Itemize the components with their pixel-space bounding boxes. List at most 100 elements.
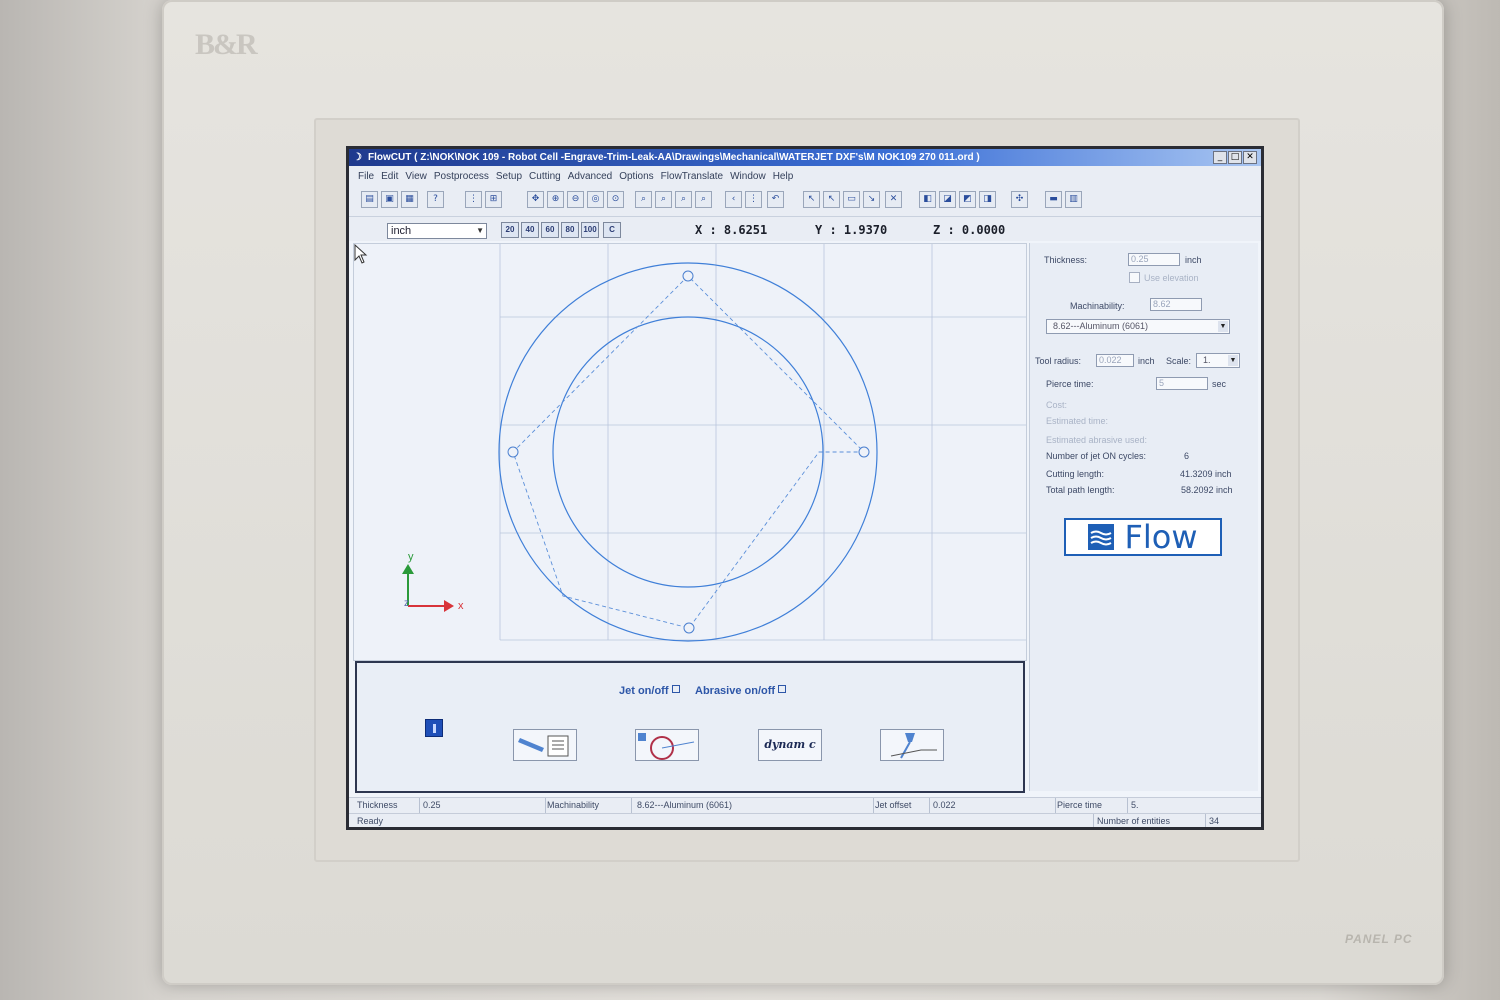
waterjet-nozzle-icon xyxy=(890,733,937,759)
view-side-icon[interactable]: ◨ xyxy=(979,191,996,208)
abrasive-toggle[interactable]: Abrasive on/off xyxy=(695,685,787,697)
zoom-40-button[interactable]: 40 xyxy=(521,222,539,238)
zoom-prev-icon[interactable]: ⌕ xyxy=(675,191,692,208)
tool-radius-label: Tool radius: xyxy=(1035,356,1082,366)
jet-cycles-label: Number of jet ON cycles: xyxy=(1046,451,1147,461)
view-front-icon[interactable]: ◩ xyxy=(959,191,976,208)
menu-file[interactable]: File xyxy=(358,171,374,182)
machine-status-icon[interactable] xyxy=(425,719,443,737)
menu-cutting[interactable]: Cutting xyxy=(529,171,561,182)
zoom-out-icon[interactable]: ⊖ xyxy=(567,191,584,208)
view-3d-icon[interactable]: ◧ xyxy=(919,191,936,208)
menu-postprocess[interactable]: Postprocess xyxy=(434,171,489,182)
zoom-center-button[interactable]: C xyxy=(603,222,621,238)
dynamic-waterjet-button[interactable]: dynam c xyxy=(758,729,822,761)
cut-report-button[interactable] xyxy=(513,729,577,761)
zoom-window-icon[interactable]: ◎ xyxy=(587,191,604,208)
status-separator xyxy=(545,798,546,813)
menu-advanced[interactable]: Advanced xyxy=(568,171,612,182)
status-jet-offset-label: Jet offset xyxy=(875,800,912,810)
cutting-length-value: 41.3209 inch xyxy=(1180,469,1232,479)
zoom-extents-icon[interactable]: ⌕ xyxy=(635,191,652,208)
cutting-length-label: Cutting length: xyxy=(1046,469,1105,479)
tile-h-icon[interactable]: ▬ xyxy=(1045,191,1062,208)
scale-value: 1. xyxy=(1203,355,1211,365)
pierce-points xyxy=(507,270,870,634)
menu-window[interactable]: Window xyxy=(730,171,766,182)
close-button[interactable]: ✕ xyxy=(1243,151,1257,164)
menu-setup[interactable]: Setup xyxy=(496,171,522,182)
machine-run-button[interactable] xyxy=(880,729,944,761)
view-iso-icon[interactable]: ◪ xyxy=(939,191,956,208)
pierce-time-field[interactable]: 5 xyxy=(1156,377,1208,390)
origin-icon[interactable]: ✣ xyxy=(1011,191,1028,208)
abrasive-toggle-label: Abrasive on/off xyxy=(695,685,776,697)
properties-pane: Thickness: 0.25 inch Use elevation Machi… xyxy=(1029,243,1258,791)
status-entities-value: 34 xyxy=(1209,816,1220,826)
status-thickness-value: 0.25 xyxy=(423,800,441,810)
save-icon[interactable]: ▣ xyxy=(381,191,398,208)
menu-help[interactable]: Help xyxy=(773,171,794,182)
axis-x-label: x xyxy=(458,600,464,612)
material-dropdown[interactable]: 8.62---Aluminum (6061) ▼ xyxy=(1046,319,1230,334)
units-dropdown[interactable]: inch ▼ xyxy=(387,223,487,239)
minimize-button[interactable]: _ xyxy=(1213,151,1227,164)
menu-view[interactable]: View xyxy=(405,171,427,182)
print-icon[interactable]: ▦ xyxy=(401,191,418,208)
zoom-fit-icon[interactable]: ⊙ xyxy=(607,191,624,208)
zoom-100-button[interactable]: 100 xyxy=(581,222,599,238)
zoom-in-icon[interactable]: ⊕ xyxy=(547,191,564,208)
title-bar: ☽ FlowCUT ( Z:\NOK\NOK 109 - Robot Cell -… xyxy=(349,149,1261,166)
z-coordinate: Z : 0.0000 xyxy=(933,223,1006,237)
zoom-60-button[interactable]: 60 xyxy=(541,222,559,238)
material-value: 8.62---Aluminum (6061) xyxy=(1053,321,1149,331)
tool-radius-field[interactable]: 0.022 xyxy=(1096,354,1134,367)
tile-v-icon[interactable]: ▥ xyxy=(1065,191,1082,208)
select-chain-icon[interactable]: ↘ xyxy=(863,191,880,208)
zoom-redraw-icon[interactable]: ⌕ xyxy=(695,191,712,208)
zoom-20-button[interactable]: 20 xyxy=(501,222,519,238)
status-bar-main: Ready Number of entities 34 xyxy=(349,813,1261,827)
pan-icon[interactable]: ✥ xyxy=(527,191,544,208)
estimated-time-label: Estimated time: xyxy=(1046,416,1109,426)
thickness-field[interactable]: 0.25 xyxy=(1128,253,1180,266)
machinability-field[interactable]: 8.62 xyxy=(1150,298,1202,311)
select-add-icon[interactable]: ↖ xyxy=(823,191,840,208)
estimated-abrasive-label: Estimated abrasive used: xyxy=(1046,435,1148,445)
select-box-icon[interactable]: ▭ xyxy=(843,191,860,208)
fillet-icon[interactable]: ↶ xyxy=(767,191,784,208)
part-drawing: y x z xyxy=(402,244,1026,642)
jet-cycles-value: 6 xyxy=(1184,451,1190,461)
menu-edit[interactable]: Edit xyxy=(381,171,398,182)
app-icon: ☽ xyxy=(353,152,362,163)
status-jet-offset-value: 0.022 xyxy=(933,800,956,810)
help-icon[interactable]: ? xyxy=(427,191,444,208)
open-icon[interactable]: ▤ xyxy=(361,191,378,208)
path-preview-button[interactable] xyxy=(635,729,699,761)
flow-logo: Flow xyxy=(1064,518,1222,556)
select-icon[interactable]: ↖ xyxy=(803,191,820,208)
snap-icon[interactable]: ⊞ xyxy=(485,191,502,208)
menu-flowtranslate[interactable]: FlowTranslate xyxy=(661,171,723,182)
delete-icon[interactable]: ✕ xyxy=(885,191,902,208)
window-title: FlowCUT ( Z:\NOK\NOK 109 - Robot Cell -E… xyxy=(368,152,980,163)
zoom-80-button[interactable]: 80 xyxy=(561,222,579,238)
use-elevation-checkbox[interactable] xyxy=(1129,272,1140,283)
chevron-down-icon: ▼ xyxy=(476,226,484,235)
break-icon[interactable]: ⋮ xyxy=(745,191,762,208)
trim-icon[interactable]: ‹ xyxy=(725,191,742,208)
abrasive-checkbox-icon xyxy=(778,685,787,693)
status-pierce-label: Pierce time xyxy=(1057,800,1103,810)
maximize-button[interactable]: □ xyxy=(1228,151,1242,164)
zoom-all-icon[interactable]: ⌕ xyxy=(655,191,672,208)
scale-dropdown[interactable]: 1. ▼ xyxy=(1196,353,1240,368)
menu-options[interactable]: Options xyxy=(619,171,653,182)
status-thickness-label: Thickness xyxy=(357,800,398,810)
jet-path xyxy=(512,275,866,629)
jet-toggle[interactable]: Jet on/off xyxy=(619,685,680,697)
cost-label: Cost: xyxy=(1046,400,1068,410)
grid-icon[interactable]: ⋮ xyxy=(465,191,482,208)
status-separator xyxy=(631,798,632,813)
flow-wave-icon xyxy=(1088,524,1115,550)
drawing-canvas[interactable]: y x z xyxy=(353,243,1027,661)
